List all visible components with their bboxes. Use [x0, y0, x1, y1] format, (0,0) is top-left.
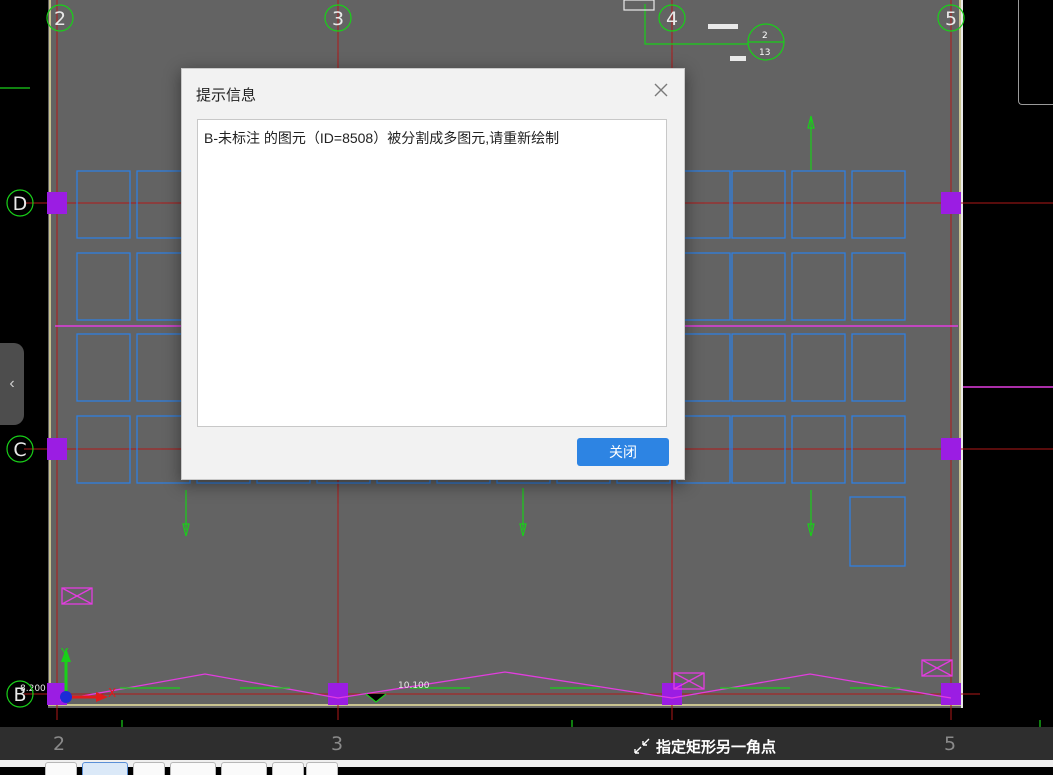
column [941, 438, 961, 460]
axis-C: C [13, 439, 26, 461]
dialog-message: B-未标注 的图元（ID=8508）被分割成多图元,请重新绘制 [204, 130, 560, 146]
axis-D: D [13, 193, 28, 215]
bottom-axis-labels: 2 3 5 [0, 727, 1053, 760]
chevron-left-icon: ‹ [9, 375, 15, 392]
axis-2-bottom: 2 [53, 733, 66, 755]
status-toggle-3[interactable] [133, 762, 165, 775]
status-toggle-6[interactable] [272, 762, 304, 775]
column [941, 683, 961, 705]
corner-arrows-icon [634, 738, 650, 754]
status-toggle-4[interactable] [170, 762, 216, 775]
close-button[interactable]: 关闭 [577, 438, 669, 466]
status-toggle-1[interactable] [45, 762, 77, 775]
status-bar [0, 760, 1053, 775]
dialog-message-box: B-未标注 的图元（ID=8508）被分割成多图元,请重新绘制 [197, 119, 667, 427]
info-dialog: 提示信息 B-未标注 的图元（ID=8508）被分割成多图元,请重新绘制 关闭 [181, 68, 685, 480]
panel-edge [1018, 0, 1053, 105]
column [47, 192, 67, 214]
axis-3-top: 3 [332, 8, 344, 30]
dialog-title: 提示信息 [196, 87, 257, 104]
column [328, 683, 348, 705]
axis-2-top: 2 [54, 8, 66, 30]
collapse-handle[interactable]: ‹ [0, 343, 24, 425]
ucs-y-label: Y [60, 646, 69, 660]
annotation-bottom: 13 [759, 48, 770, 58]
command-prompt-text: 指定矩形另一角点 [656, 738, 777, 756]
axis-5-top: 5 [945, 8, 957, 30]
close-icon[interactable] [652, 81, 670, 99]
axis-3-bottom: 3 [331, 733, 344, 755]
annotation-top: 2 [762, 31, 768, 41]
ucs-x-label: X [108, 686, 116, 700]
command-prompt: 指定矩形另一角点 [632, 733, 776, 759]
dimension-label: 10.100 [398, 681, 430, 691]
axis-B: B [13, 684, 26, 706]
column [47, 438, 67, 460]
status-toggle-2[interactable] [82, 762, 128, 775]
column [941, 192, 961, 214]
status-toggle-5[interactable] [221, 762, 267, 775]
status-toggle-7[interactable] [306, 762, 338, 775]
axis-4-top: 4 [666, 8, 678, 30]
axis-5-bottom: 5 [944, 733, 957, 755]
